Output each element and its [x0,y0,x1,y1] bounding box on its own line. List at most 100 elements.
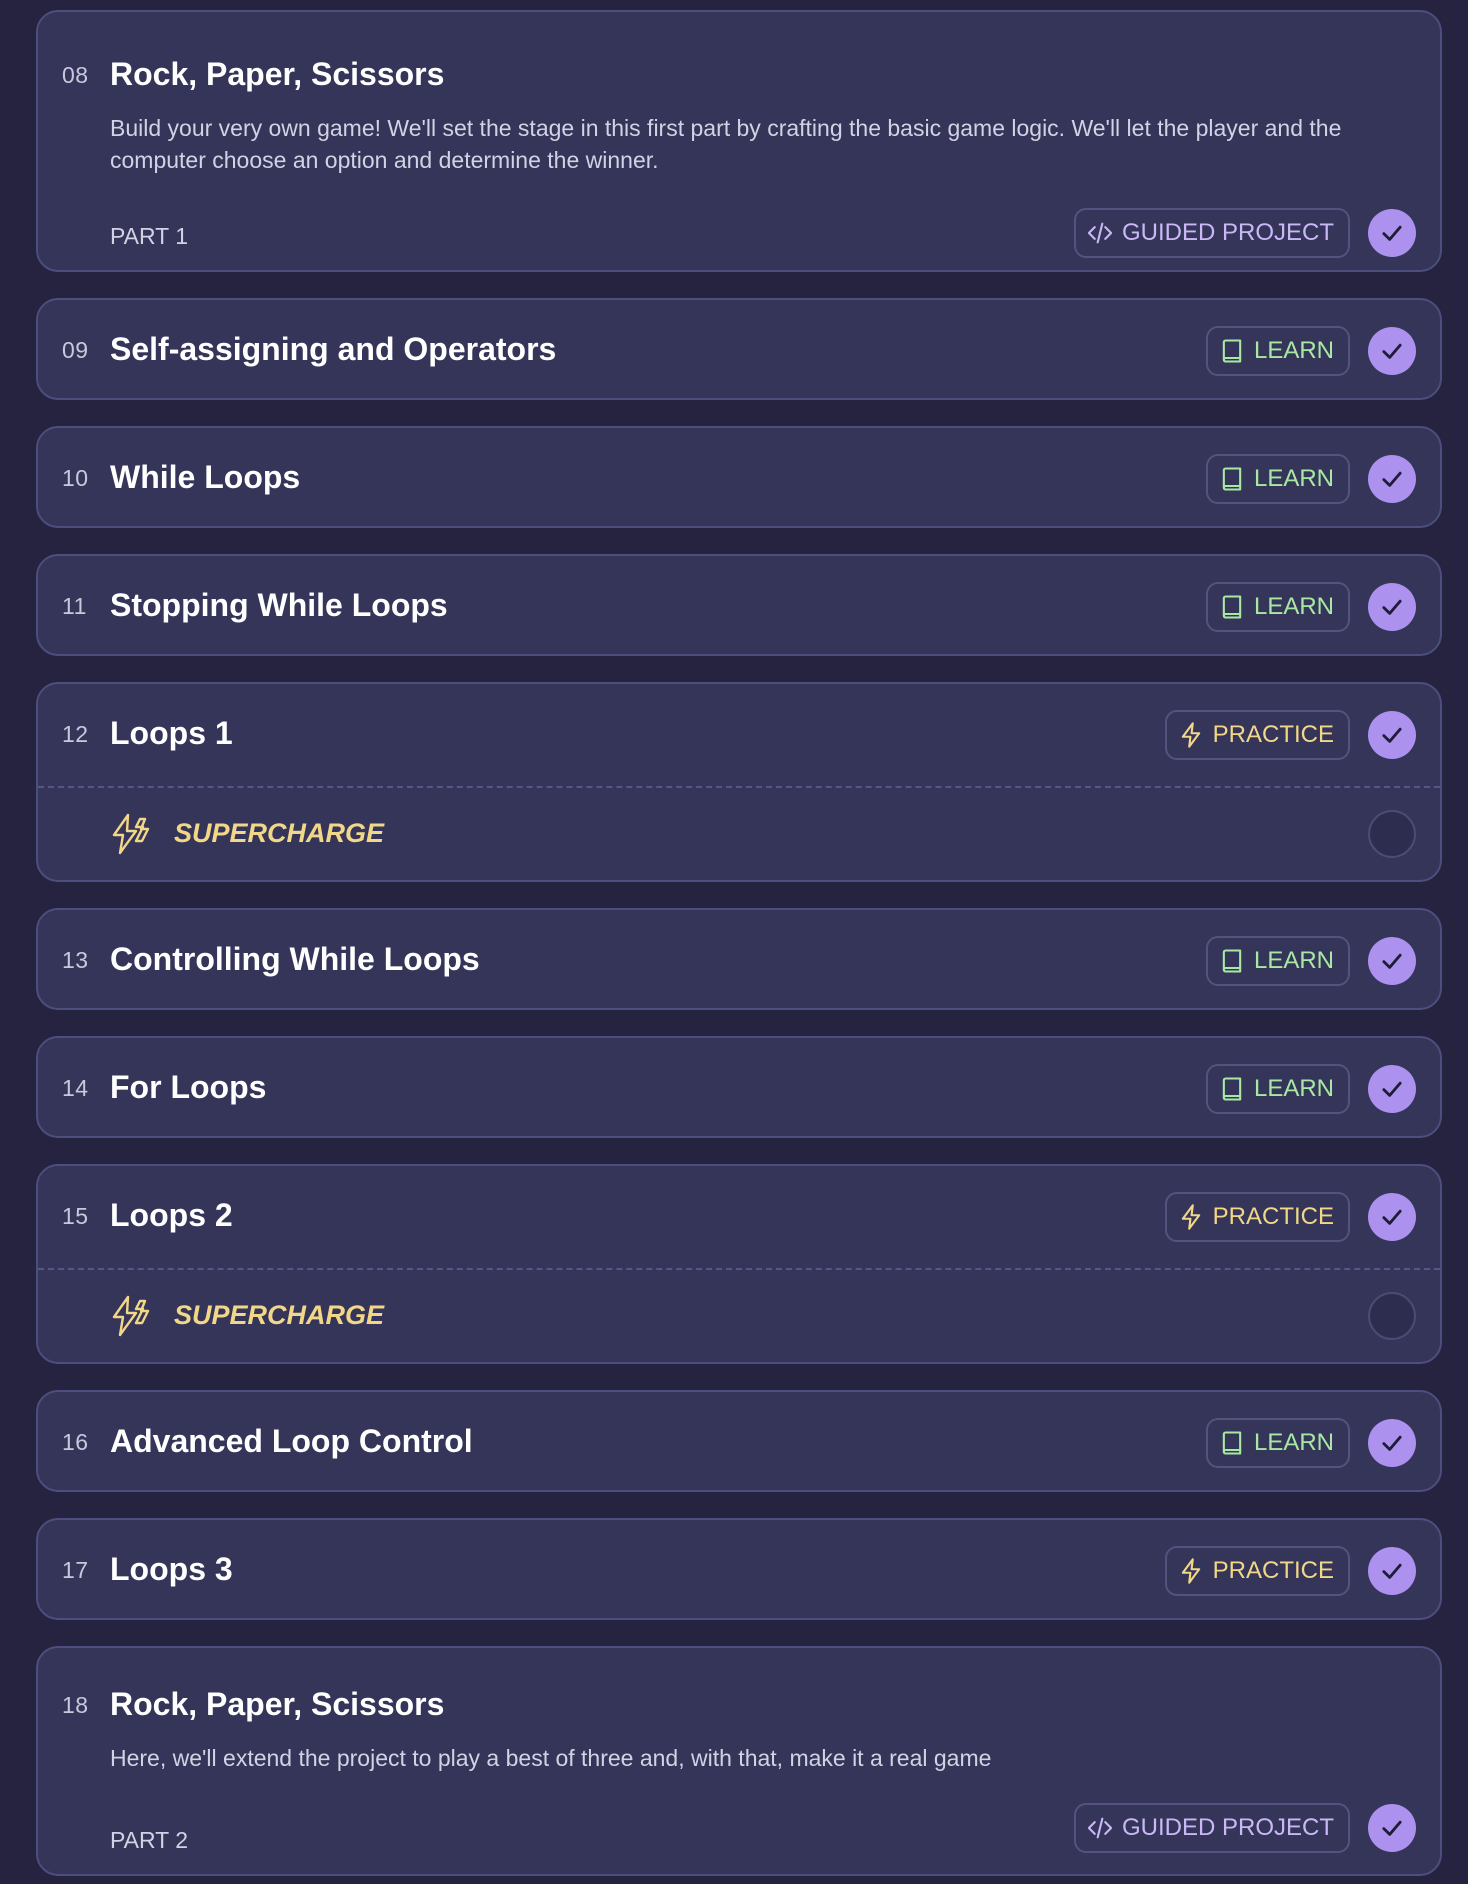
lesson-card[interactable]: 14 For Loops LEARN [36,1036,1442,1138]
lesson-card[interactable]: 08 Rock, Paper, Scissors Build your very o… [36,10,1442,272]
code-icon [1086,1814,1122,1842]
badge-label: GUIDED PROJECT [1121,1814,1334,1841]
learn-badge[interactable]: LEARN [1205,1418,1350,1468]
double-lightning-icon [108,1293,154,1339]
lesson-number: 09 [62,337,89,363]
book-icon [1218,947,1254,975]
lesson-number: 10 [62,465,89,491]
lightning-icon [1177,1557,1213,1585]
badge-label: LEARN [1253,593,1334,620]
check-icon [1378,1429,1406,1457]
practice-badge[interactable]: PRACTICE [1164,1192,1350,1242]
lesson-number: 12 [62,721,89,747]
check-icon [1378,1814,1406,1842]
completed-check [1368,209,1416,257]
lesson-description: Here, we'll extend the project to play a… [110,1745,992,1771]
completed-check [1368,1193,1416,1241]
completed-check [1368,583,1416,631]
lesson-number: 14 [62,1075,89,1101]
lesson-title[interactable]: Loops 3 [110,1551,233,1588]
dashed-divider [38,1268,1440,1270]
badge-label: LEARN [1253,465,1334,492]
double-lightning-icon [108,811,154,857]
badge-label: LEARN [1253,947,1334,974]
badge-label: LEARN [1253,1075,1334,1102]
lesson-list: 08 Rock, Paper, Scissors Build your very o… [0,0,1468,1884]
practice-badge[interactable]: PRACTICE [1164,710,1350,760]
part-label: PART 1 [110,223,188,249]
lesson-title[interactable]: Controlling While Loops [110,941,480,978]
lesson-card[interactable]: 15 Loops 2 PRACTICE SUPERCHARGE [36,1164,1442,1364]
lesson-title[interactable]: Loops 1 [110,715,233,752]
check-icon [1378,721,1406,749]
guided-badge[interactable]: GUIDED PROJECT [1073,208,1350,258]
lesson-number: 11 [62,593,87,619]
lesson-card[interactable]: 18 Rock, Paper, Scissors Here, we'll exten… [36,1646,1442,1876]
badge-label: PRACTICE [1212,1203,1334,1230]
lesson-title[interactable]: Self-assigning and Operators [110,331,556,368]
practice-badge[interactable]: PRACTICE [1164,1546,1350,1596]
check-icon [1378,1075,1406,1103]
lesson-card[interactable]: 11 Stopping While Loops LEARN [36,554,1442,656]
lesson-card[interactable]: 09 Self-assigning and Operators LEARN [36,298,1442,400]
learn-badge[interactable]: LEARN [1205,582,1350,632]
lesson-card[interactable]: 12 Loops 1 PRACTICE SUPERCHARGE [36,682,1442,882]
badge-label: PRACTICE [1212,721,1334,748]
learn-badge[interactable]: LEARN [1205,454,1350,504]
lightning-icon [1177,721,1213,749]
lesson-title[interactable]: For Loops [110,1069,266,1106]
check-icon [1378,1557,1406,1585]
lesson-number: 15 [62,1203,89,1229]
check-icon [1378,465,1406,493]
supercharge-label[interactable]: SUPERCHARGE [174,818,384,849]
supercharge-label[interactable]: SUPERCHARGE [174,1300,384,1331]
lesson-title[interactable]: Advanced Loop Control [110,1423,473,1460]
incomplete-circle [1368,810,1416,858]
learn-badge[interactable]: LEARN [1205,936,1350,986]
completed-check [1368,937,1416,985]
book-icon [1218,1075,1254,1103]
lesson-title[interactable]: Stopping While Loops [110,587,448,624]
completed-check [1368,455,1416,503]
lightning-icon [1177,1203,1213,1231]
learn-badge[interactable]: LEARN [1205,1064,1350,1114]
badge-label: LEARN [1253,1429,1334,1456]
book-icon [1218,465,1254,493]
incomplete-circle [1368,1292,1416,1340]
badge-label: GUIDED PROJECT [1121,219,1334,246]
book-icon [1218,1429,1254,1457]
code-icon [1086,219,1122,247]
lesson-number: 17 [62,1557,89,1583]
lesson-title[interactable]: While Loops [110,459,300,496]
check-icon [1378,337,1406,365]
completed-check [1368,1419,1416,1467]
guided-badge[interactable]: GUIDED PROJECT [1073,1803,1350,1853]
check-icon [1378,947,1406,975]
part-label: PART 2 [110,1827,188,1853]
completed-check [1368,1547,1416,1595]
lesson-number: 08 [62,62,89,88]
check-icon [1378,219,1406,247]
learn-badge[interactable]: LEARN [1205,326,1350,376]
lesson-card[interactable]: 10 While Loops LEARN [36,426,1442,528]
book-icon [1218,337,1254,365]
badge-label: PRACTICE [1212,1557,1334,1584]
lesson-card[interactable]: 13 Controlling While Loops LEARN [36,908,1442,1010]
book-icon [1218,593,1254,621]
lesson-description: Build your very own game! We'll set the … [110,115,1342,173]
lesson-number: 13 [62,947,89,973]
lesson-card[interactable]: 16 Advanced Loop Control LEARN [36,1390,1442,1492]
badge-label: LEARN [1253,337,1334,364]
completed-check [1368,1804,1416,1852]
lesson-number: 18 [62,1692,89,1718]
completed-check [1368,711,1416,759]
lesson-number: 16 [62,1429,89,1455]
completed-check [1368,1065,1416,1113]
completed-check [1368,327,1416,375]
lesson-title[interactable]: Loops 2 [110,1197,233,1234]
lesson-title[interactable]: Rock, Paper, Scissors [110,1686,444,1723]
lesson-title[interactable]: Rock, Paper, Scissors [110,56,444,93]
check-icon [1378,593,1406,621]
dashed-divider [38,786,1440,788]
lesson-card[interactable]: 17 Loops 3 PRACTICE [36,1518,1442,1620]
